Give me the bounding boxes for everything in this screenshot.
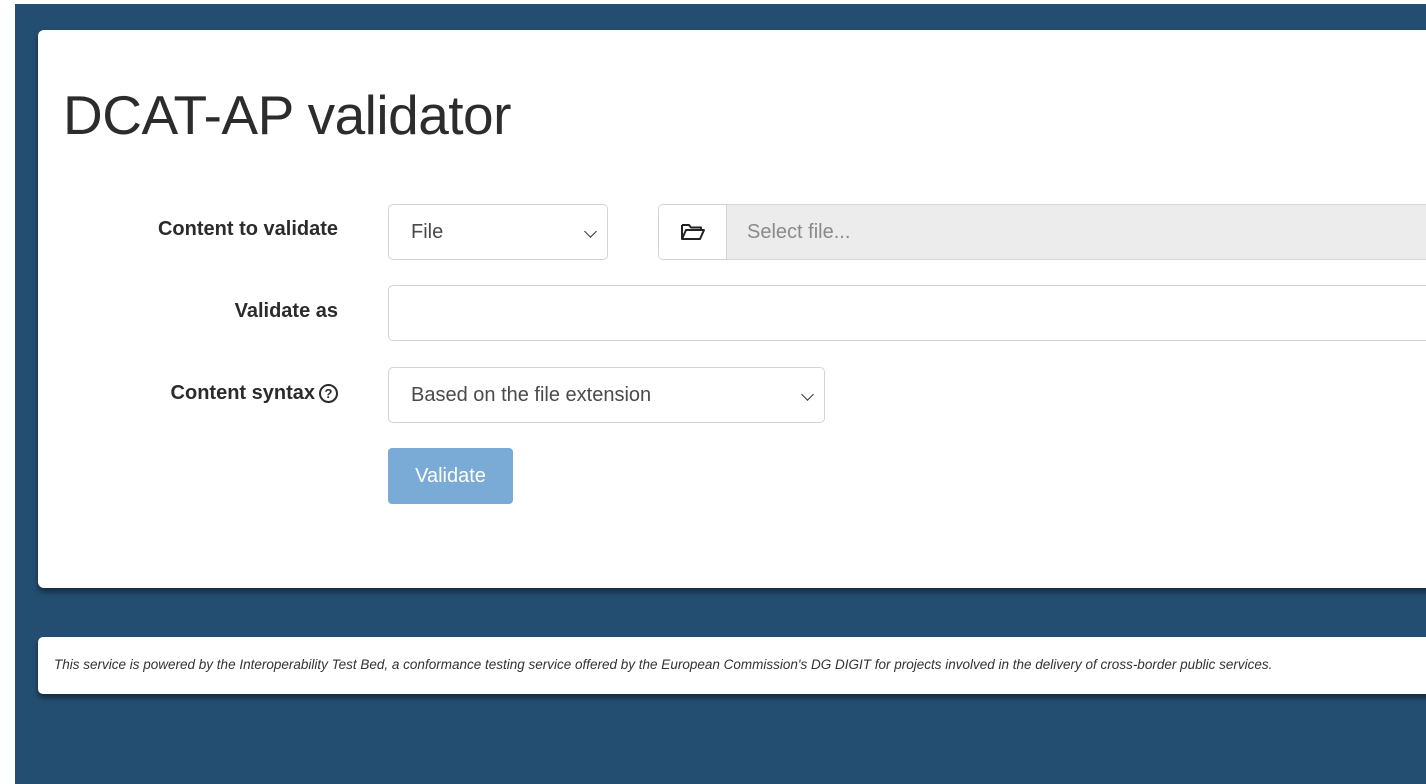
file-path-placeholder: Select file... xyxy=(747,221,851,243)
content-to-validate-label: Content to validate xyxy=(157,218,338,240)
content-type-select[interactable]: File xyxy=(388,204,608,260)
chevron-down-icon xyxy=(584,225,597,238)
validate-button[interactable]: Validate xyxy=(388,448,513,504)
page-title: DCAT-AP validator xyxy=(63,84,511,146)
footer-text: This service is powered by the Interoper… xyxy=(54,657,1273,672)
content-syntax-label: Content syntax? xyxy=(38,382,338,405)
content-syntax-label-text: Content syntax xyxy=(170,382,315,404)
chevron-down-icon xyxy=(801,388,814,401)
content-syntax-select[interactable]: Based on the file extension xyxy=(388,367,825,423)
file-input-group[interactable]: Select file... xyxy=(658,204,1426,260)
validator-card: DCAT-AP validator Content to validate Fi… xyxy=(38,30,1426,588)
question-circle-icon[interactable]: ? xyxy=(319,384,338,403)
browse-file-button[interactable] xyxy=(659,205,727,259)
folder-open-icon xyxy=(680,224,705,240)
validate-as-label: Validate as xyxy=(234,300,338,322)
content-syntax-value: Based on the file extension xyxy=(411,384,652,406)
validate-as-input[interactable] xyxy=(388,285,1426,341)
footer: This service is powered by the Interoper… xyxy=(38,637,1426,694)
content-type-value: File xyxy=(411,221,444,243)
